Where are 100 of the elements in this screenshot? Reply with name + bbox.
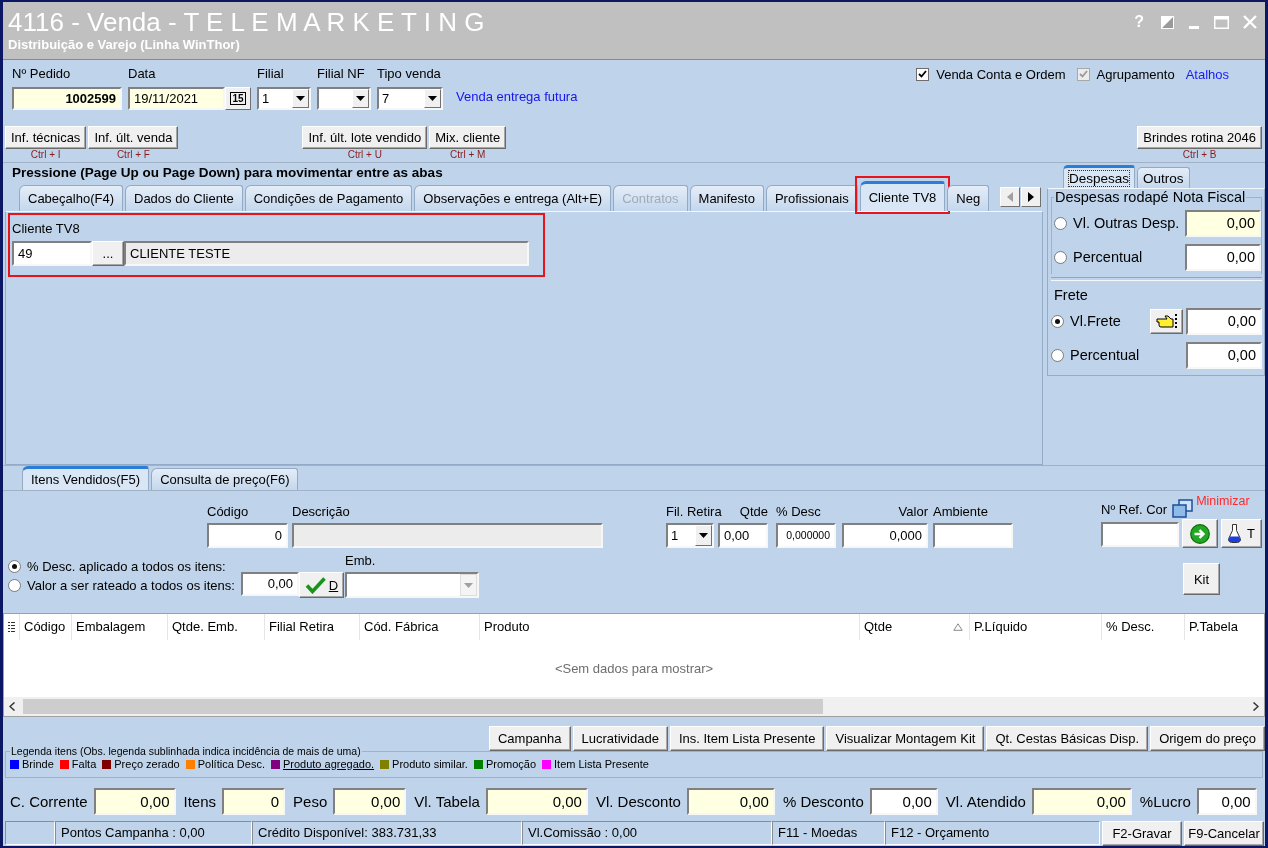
input-field[interactable] bbox=[933, 523, 1013, 548]
tab[interactable]: Outros bbox=[1137, 167, 1190, 188]
input-field[interactable]: 0,00 bbox=[1185, 243, 1261, 271]
caret-right-icon[interactable] bbox=[1253, 702, 1259, 711]
half-filled-square-icon[interactable] bbox=[1161, 15, 1174, 29]
radio-button[interactable] bbox=[1051, 314, 1064, 328]
input-field[interactable]: 0,00 bbox=[1185, 209, 1261, 237]
input-field[interactable]: 0,00 bbox=[1186, 341, 1262, 369]
status-cell: F12 - Orçamento bbox=[885, 821, 1100, 845]
browse-button[interactable]: ... bbox=[92, 241, 124, 266]
radio-button[interactable] bbox=[1054, 250, 1067, 264]
dropdown[interactable]: 1 bbox=[666, 523, 714, 548]
input-field[interactable]: 49 bbox=[12, 241, 92, 266]
flask-button[interactable]: T bbox=[1221, 519, 1262, 548]
scroll-left-button[interactable] bbox=[1000, 187, 1020, 207]
column-header[interactable]: Cód. Fábrica bbox=[359, 614, 479, 640]
tab[interactable]: Despesas bbox=[1063, 165, 1136, 188]
input-field[interactable]: 0,000000 bbox=[776, 523, 836, 548]
input-field[interactable] bbox=[1101, 522, 1179, 547]
action-button[interactable]: Qt. Cestas Básicas Disp. bbox=[986, 726, 1149, 751]
column-header[interactable]: Código bbox=[19, 614, 71, 640]
legend-label: Política Desc. bbox=[197, 758, 265, 770]
action-button[interactable]: Visualizar Montagem Kit bbox=[826, 726, 985, 751]
legend-label: Produto agregado. bbox=[282, 758, 375, 770]
column-header[interactable]: Produto bbox=[479, 614, 859, 640]
horizontal-scrollbar[interactable] bbox=[4, 697, 1264, 716]
tab[interactable]: Itens Vendidos(F5) bbox=[22, 466, 150, 490]
action-button[interactable]: Origem do preço bbox=[1150, 726, 1265, 751]
status-button[interactable]: F9-Cancelar bbox=[1184, 821, 1264, 846]
column-header[interactable]: Qtde bbox=[859, 614, 969, 640]
toolbar-button[interactable]: Inf. últ. venda bbox=[88, 126, 179, 149]
calendar-button[interactable]: 15 bbox=[225, 87, 251, 110]
dropdown[interactable] bbox=[317, 87, 371, 110]
column-header[interactable]: Embalagem bbox=[71, 614, 167, 640]
apply-button[interactable]: D bbox=[299, 572, 344, 598]
column-header[interactable]: Qtde. Emb. bbox=[167, 614, 264, 640]
scrollbar-thumb[interactable] bbox=[23, 699, 823, 714]
caret-left-icon[interactable] bbox=[9, 702, 15, 711]
status-cell: Vl.Comissão : 0,00 bbox=[522, 821, 772, 845]
status-cell: F11 - Moedas bbox=[772, 821, 885, 845]
input-field[interactable]: 0,00 bbox=[718, 523, 768, 548]
tab[interactable]: Observações e entrega (Alt+E) bbox=[414, 185, 612, 211]
tab[interactable]: Manifesto bbox=[689, 185, 764, 211]
action-button[interactable]: Campanha bbox=[488, 726, 571, 751]
toolbar-button[interactable]: Inf. técnicas bbox=[5, 126, 87, 149]
action-button[interactable]: Lucratividade bbox=[572, 726, 668, 751]
column-header[interactable]: Filial Retira bbox=[264, 614, 359, 640]
shortcut-hint: Ctrl + U bbox=[347, 149, 382, 161]
shortcuts-link[interactable]: Atalhos bbox=[1185, 66, 1229, 82]
input-field[interactable]: 0,00 bbox=[241, 572, 299, 596]
input-field[interactable]: 0,000 bbox=[842, 523, 928, 548]
legend-label: Produto similar. bbox=[392, 758, 468, 770]
input-field[interactable]: 0,00 bbox=[1186, 307, 1262, 335]
field-label: %Lucro bbox=[1139, 792, 1191, 812]
field-label: Filial NF bbox=[317, 66, 366, 82]
field-label: Filial bbox=[257, 66, 285, 82]
tab[interactable]: Dados do Cliente bbox=[125, 185, 243, 211]
legend-label: Preço zerado bbox=[114, 758, 180, 770]
field-label: Qtde bbox=[739, 504, 768, 520]
radio-label: Valor a ser rateado a todos os itens: bbox=[27, 578, 235, 593]
checkbox[interactable] bbox=[916, 67, 930, 81]
overlapping-squares-icon[interactable] bbox=[1172, 499, 1194, 518]
radio-button[interactable] bbox=[1051, 348, 1064, 362]
radio-label: Percentual bbox=[1070, 347, 1140, 363]
radio-button[interactable] bbox=[1054, 216, 1067, 230]
action-button[interactable]: Ins. Item Lista Presente bbox=[669, 726, 825, 751]
shortcut-hint: Ctrl + F bbox=[116, 149, 150, 161]
column-header[interactable]: P.Tabela bbox=[1184, 614, 1264, 640]
status-cell: Crédito Disponível: 383.731,33 bbox=[252, 821, 522, 845]
go-button[interactable] bbox=[1182, 519, 1218, 548]
checkmark-icon bbox=[1078, 70, 1088, 78]
pointer-button[interactable] bbox=[1150, 308, 1183, 334]
total-field: 0 bbox=[222, 788, 286, 815]
tab[interactable]: Condições de Pagamento bbox=[244, 185, 413, 211]
toolbar-button[interactable]: Mix. cliente bbox=[429, 126, 507, 149]
dropdown[interactable]: 7 bbox=[377, 87, 443, 110]
tab[interactable]: Cliente TV8 bbox=[859, 181, 946, 211]
radio-button[interactable] bbox=[8, 579, 21, 592]
list-icon[interactable] bbox=[8, 621, 15, 633]
tab[interactable]: Consulta de preço(F6) bbox=[151, 468, 299, 490]
tab[interactable]: Profissionais bbox=[765, 185, 858, 211]
status-button[interactable]: F2-Gravar bbox=[1102, 821, 1182, 846]
tab[interactable]: Cabeçalho(F4) bbox=[19, 185, 123, 211]
column-header[interactable]: P.Líquido bbox=[969, 614, 1101, 640]
radio-button[interactable] bbox=[8, 560, 21, 573]
total-field: 0,00 bbox=[1196, 788, 1257, 815]
group-title: Frete bbox=[1053, 287, 1089, 304]
field-label: Fil. Retira bbox=[666, 504, 722, 520]
date-field[interactable]: 19/11/2021 bbox=[128, 87, 225, 110]
input-field[interactable]: 0 bbox=[207, 523, 288, 548]
tab[interactable]: Neg bbox=[947, 185, 990, 211]
legend-title: Legenda itens (Obs. legenda sublinhada indica incidência de mais de uma) bbox=[10, 745, 362, 757]
toolbar-button[interactable]: Brindes rotina 2046 bbox=[1137, 126, 1262, 149]
column-header[interactable]: % Desc. bbox=[1101, 614, 1184, 640]
dropdown[interactable]: 1 bbox=[257, 87, 311, 110]
arrow-right-circle-icon bbox=[1190, 523, 1210, 544]
scroll-right-button[interactable] bbox=[1021, 187, 1041, 207]
kit-button[interactable]: Kit bbox=[1183, 563, 1220, 595]
input-field[interactable]: 1002599 bbox=[12, 87, 122, 110]
toolbar-button[interactable]: Inf. últ. lote vendido bbox=[302, 126, 428, 149]
